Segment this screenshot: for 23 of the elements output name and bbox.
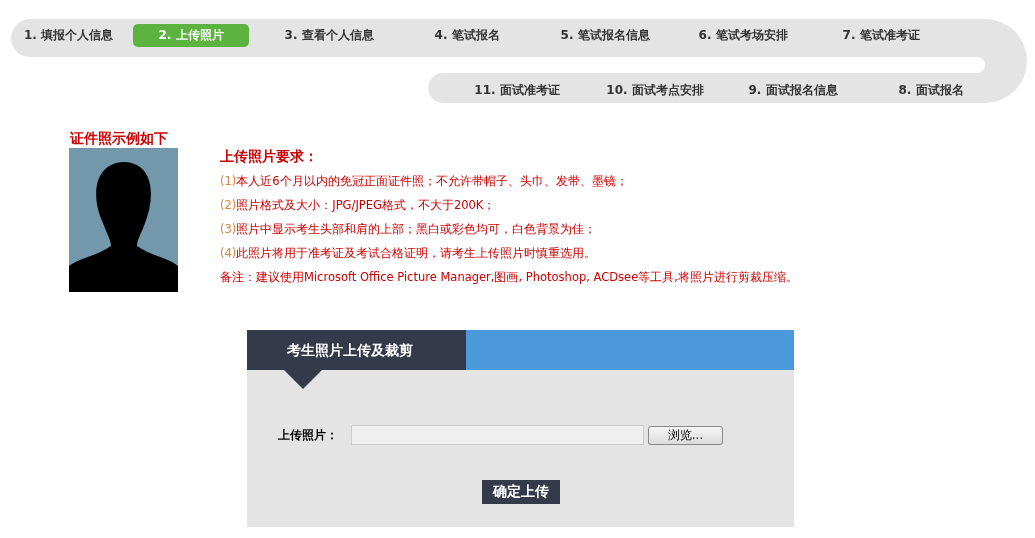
step-tab[interactable]: 9. 面试报名信息: [724, 78, 862, 102]
step-tab[interactable]: 8. 面试报名: [862, 78, 1000, 102]
pointer-triangle: [284, 370, 322, 389]
panel-title: 考生照片上传及裁剪: [247, 330, 466, 370]
step-tab[interactable]: 7. 笔试准考证: [823, 23, 940, 47]
step-tab[interactable]: 6. 笔试考场安排: [685, 23, 802, 47]
step-tab[interactable]: 5. 笔试报名信息: [547, 23, 664, 47]
requirement-text: (1)本人近6个月以内的免冠正面证件照；不允许带帽子、头巾、发带、墨镜；: [220, 173, 629, 190]
requirements-title: 上传照片要求：: [220, 148, 319, 166]
step-tab[interactable]: 4. 笔试报名: [409, 23, 526, 47]
step-tab[interactable]: 10. 面试考点安排: [586, 78, 724, 102]
field-label: 上传照片：: [278, 426, 339, 444]
step-tab[interactable]: 1. 填报个人信息: [24, 23, 114, 47]
browse-button[interactable]: 浏览...: [648, 425, 723, 445]
requirement-text: (2)照片格式及大小：JPG/JPEG格式，不大于200K；: [220, 197, 497, 214]
requirement-text: (3)照片中显示考生头部和肩的上部；黑白或彩色均可，白色背景为佳；: [220, 221, 598, 238]
step-tab[interactable]: 3. 查看个人信息: [271, 23, 388, 47]
step-tab[interactable]: 11. 面试准考证: [448, 78, 586, 102]
file-path-field[interactable]: [351, 425, 644, 445]
requirement-text: (4)此照片将用于准考证及考试合格证明，请考生上传照片时慎重选用。: [220, 245, 598, 262]
sample-title: 证件照示例如下: [70, 130, 169, 148]
note-text: 备注：建议使用Microsoft Office Picture Manager,图画, Photoshop, ACDsee等工具,将照片进行剪裁压缩。: [220, 269, 798, 286]
submit-button[interactable]: 确定上传: [481, 480, 560, 504]
